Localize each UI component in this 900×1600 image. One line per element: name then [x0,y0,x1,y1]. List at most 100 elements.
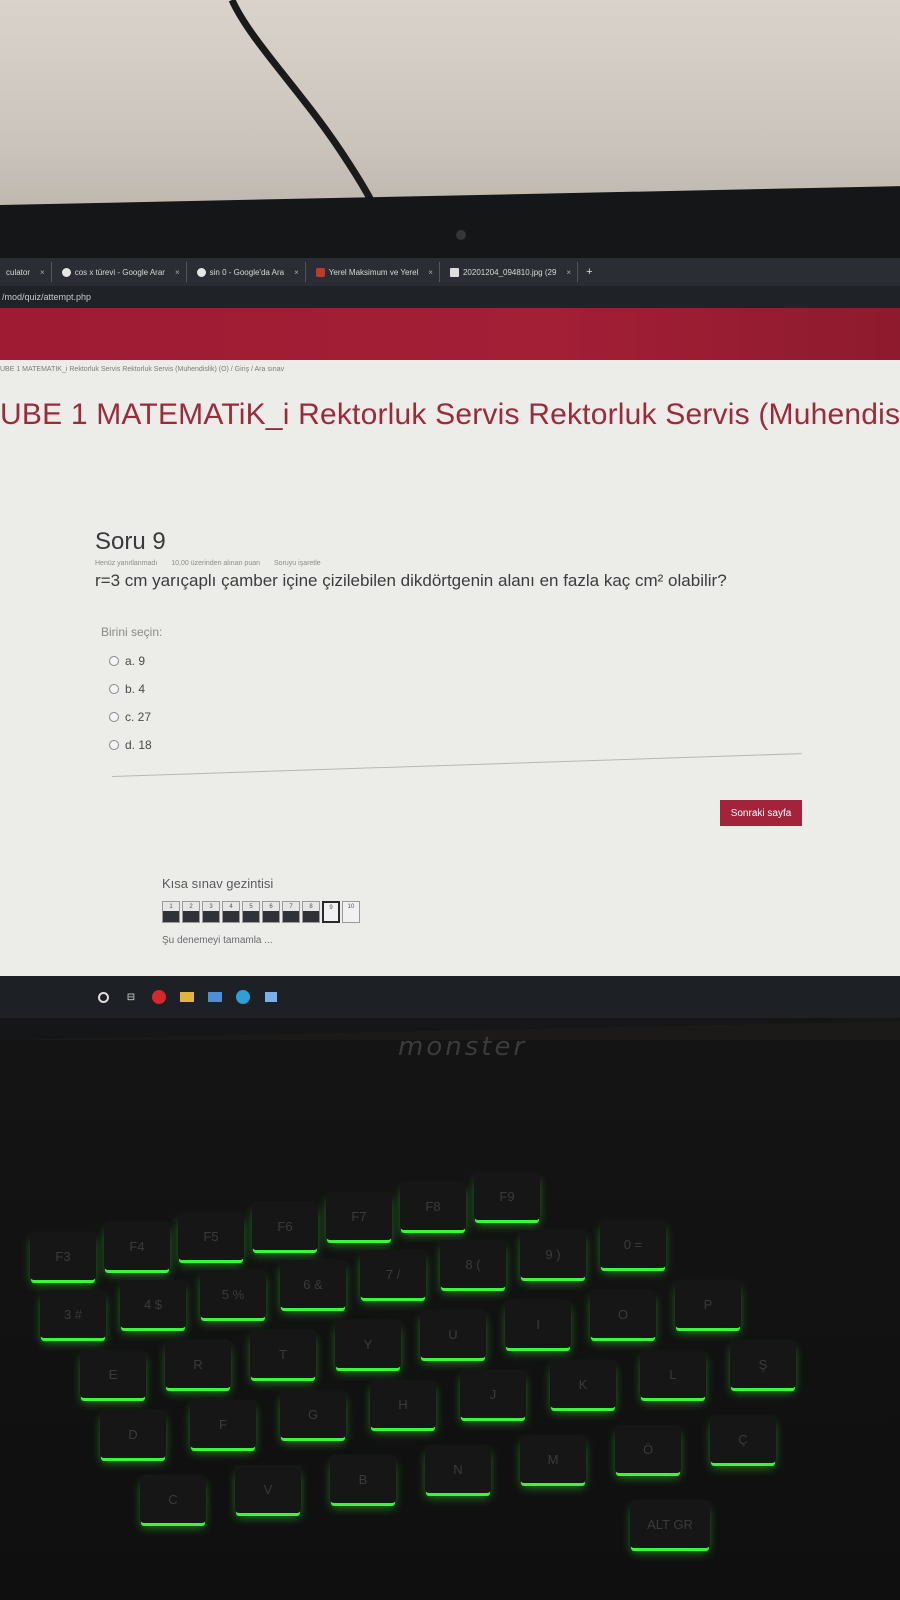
keyboard-key: G [280,1390,346,1438]
keyboard: F3 F4 F5 F6 F7 F8 F9 3 # 4 $ 5 % 6 & 7 /… [0,1140,900,1600]
keyboard-key: U [420,1310,486,1358]
keyboard-key: O [590,1290,656,1338]
keyboard-key: F6 [252,1202,318,1250]
keyboard-key: H [370,1380,436,1428]
close-tab-icon[interactable]: × [294,268,299,277]
flag-question-link[interactable]: Soruyu işaretle [274,560,321,567]
question-nav-box[interactable]: 8 [302,901,320,923]
quiz-navigation: Kısa sınav gezintisi 1 2 3 4 5 6 7 8 9 1… [162,876,360,946]
question-number: Soru 9 [95,528,166,555]
task-view-icon[interactable]: ⊟ [124,991,138,1003]
edge-icon[interactable] [236,990,250,1004]
question-status: Henüz yanıtlanmadı [95,560,158,567]
question-meta: Henüz yanıtlanmadı 10,00 üzerinden alına… [95,560,815,567]
keyboard-key: F4 [104,1222,170,1270]
radio-button[interactable] [109,684,119,694]
keyboard-key: F [190,1400,256,1448]
quiz-navigation-title: Kısa sınav gezintisi [162,876,274,891]
keyboard-key: 0 = [600,1220,666,1268]
keyboard-key: D [100,1410,166,1458]
keyboard-key: P [675,1280,741,1328]
question-nav-box[interactable]: 10 [342,901,360,923]
next-page-button[interactable]: Sonraki sayfa [720,800,802,826]
keyboard-key: L [640,1350,706,1398]
keyboard-key: I [505,1300,571,1348]
opera-icon[interactable] [152,990,166,1004]
search-icon[interactable] [96,991,110,1003]
close-tab-icon[interactable]: × [175,268,180,277]
keyboard-key: 4 $ [120,1280,186,1328]
browser-tab-sin[interactable]: sin 0 - Google'da Ara × [191,262,306,282]
file-explorer-icon[interactable] [180,991,194,1003]
answer-option-a[interactable]: a. 9 [109,647,815,675]
question-nav-box[interactable]: 3 [202,901,220,923]
tab-title: sin 0 - Google'da Ara [209,267,285,277]
keyboard-key: T [250,1330,316,1378]
question-nav-box[interactable]: 7 [282,901,300,923]
address-bar[interactable]: /mod/quiz/attempt.php [0,286,900,308]
keyboard-key: K [550,1360,616,1408]
keyboard-key: Ö [615,1425,681,1473]
keyboard-key: F9 [474,1172,540,1220]
page-title: UBE 1 MATEMATiK_i Rektorluk Servis Rekto… [0,398,900,431]
keyboard-key: C [140,1475,206,1523]
keyboard-key: ALT GR [630,1500,710,1548]
keyboard-key: Y [335,1320,401,1368]
radio-button[interactable] [109,656,119,666]
question-nav-box[interactable]: 6 [262,901,280,923]
keyboard-key: 8 ( [440,1240,506,1288]
option-label: b. 4 [125,682,146,696]
browser-tab-cos[interactable]: cos x türevi - Google Arar × [56,262,187,282]
browser-tab-calculator[interactable]: culator × [0,262,52,282]
finish-attempt-link[interactable]: Şu denemeyi tamamla ... [162,935,360,946]
answer-option-d[interactable]: d. 18 [109,731,815,759]
question-points: 10,00 üzerinden alınan puan [171,560,261,567]
laptop-brand-logo: monster [398,1032,528,1062]
keyboard-key: 3 # [40,1290,106,1338]
google-icon [61,267,71,277]
browser-tab-bar: culator × cos x türevi - Google Arar × s… [0,258,900,286]
keyboard-key: 9 ) [520,1230,586,1278]
keyboard-key: F5 [178,1212,244,1260]
app-icon[interactable] [264,991,278,1003]
laptop-screen: culator × cos x türevi - Google Arar × s… [0,258,900,1018]
answer-option-c[interactable]: c. 27 [109,703,815,731]
answer-option-b[interactable]: b. 4 [109,675,815,703]
question-nav-box[interactable]: 2 [182,901,200,923]
browser-tab-yerel[interactable]: Yerel Maksimum ve Yerel × [310,262,440,282]
close-tab-icon[interactable]: × [40,268,45,277]
webcam-icon [456,230,466,240]
question-nav-box[interactable]: 5 [242,901,260,923]
question-text: r=3 cm yarıçaplı çamber içine çizilebile… [95,571,727,590]
radio-button[interactable] [109,712,119,722]
google-icon [196,267,206,277]
tab-title: 20201204_094810.jpg (29 [462,267,557,277]
mail-icon[interactable] [208,991,222,1003]
breadcrumb[interactable]: UBE 1 MATEMATIK_i Rektorluk Servis Rekto… [0,366,284,373]
question-block: Soru 9 Henüz yanıtlanmadı 10,00 üzerinde… [95,528,815,759]
close-tab-icon[interactable]: × [428,268,433,277]
file-icon [449,267,459,277]
question-nav-box[interactable]: 1 [162,901,180,923]
keyboard-key: 6 & [280,1260,346,1308]
new-tab-button[interactable]: + [582,266,592,278]
site-icon [315,267,325,277]
question-nav-box-current[interactable]: 9 [322,901,340,923]
option-label: a. 9 [125,654,146,668]
keyboard-key: V [235,1465,301,1513]
question-nav-box[interactable]: 4 [222,901,240,923]
option-label: d. 18 [125,738,152,752]
keyboard-key: R [165,1340,231,1388]
keyboard-key: F8 [400,1182,466,1230]
browser-tab-image[interactable]: 20201204_094810.jpg (29 × [444,262,579,282]
keyboard-key: N [425,1445,491,1493]
keyboard-key: F3 [30,1232,96,1280]
keyboard-key: 5 % [200,1270,266,1318]
keyboard-key: J [460,1370,526,1418]
choose-label: Birini seçin: [101,625,163,639]
radio-button[interactable] [109,740,119,750]
keyboard-key: Ş [730,1340,796,1388]
tab-title: Yerel Maksimum ve Yerel [328,267,419,277]
answer-options: a. 9 b. 4 c. 27 d. 18 [109,647,815,759]
close-tab-icon[interactable]: × [566,268,571,277]
